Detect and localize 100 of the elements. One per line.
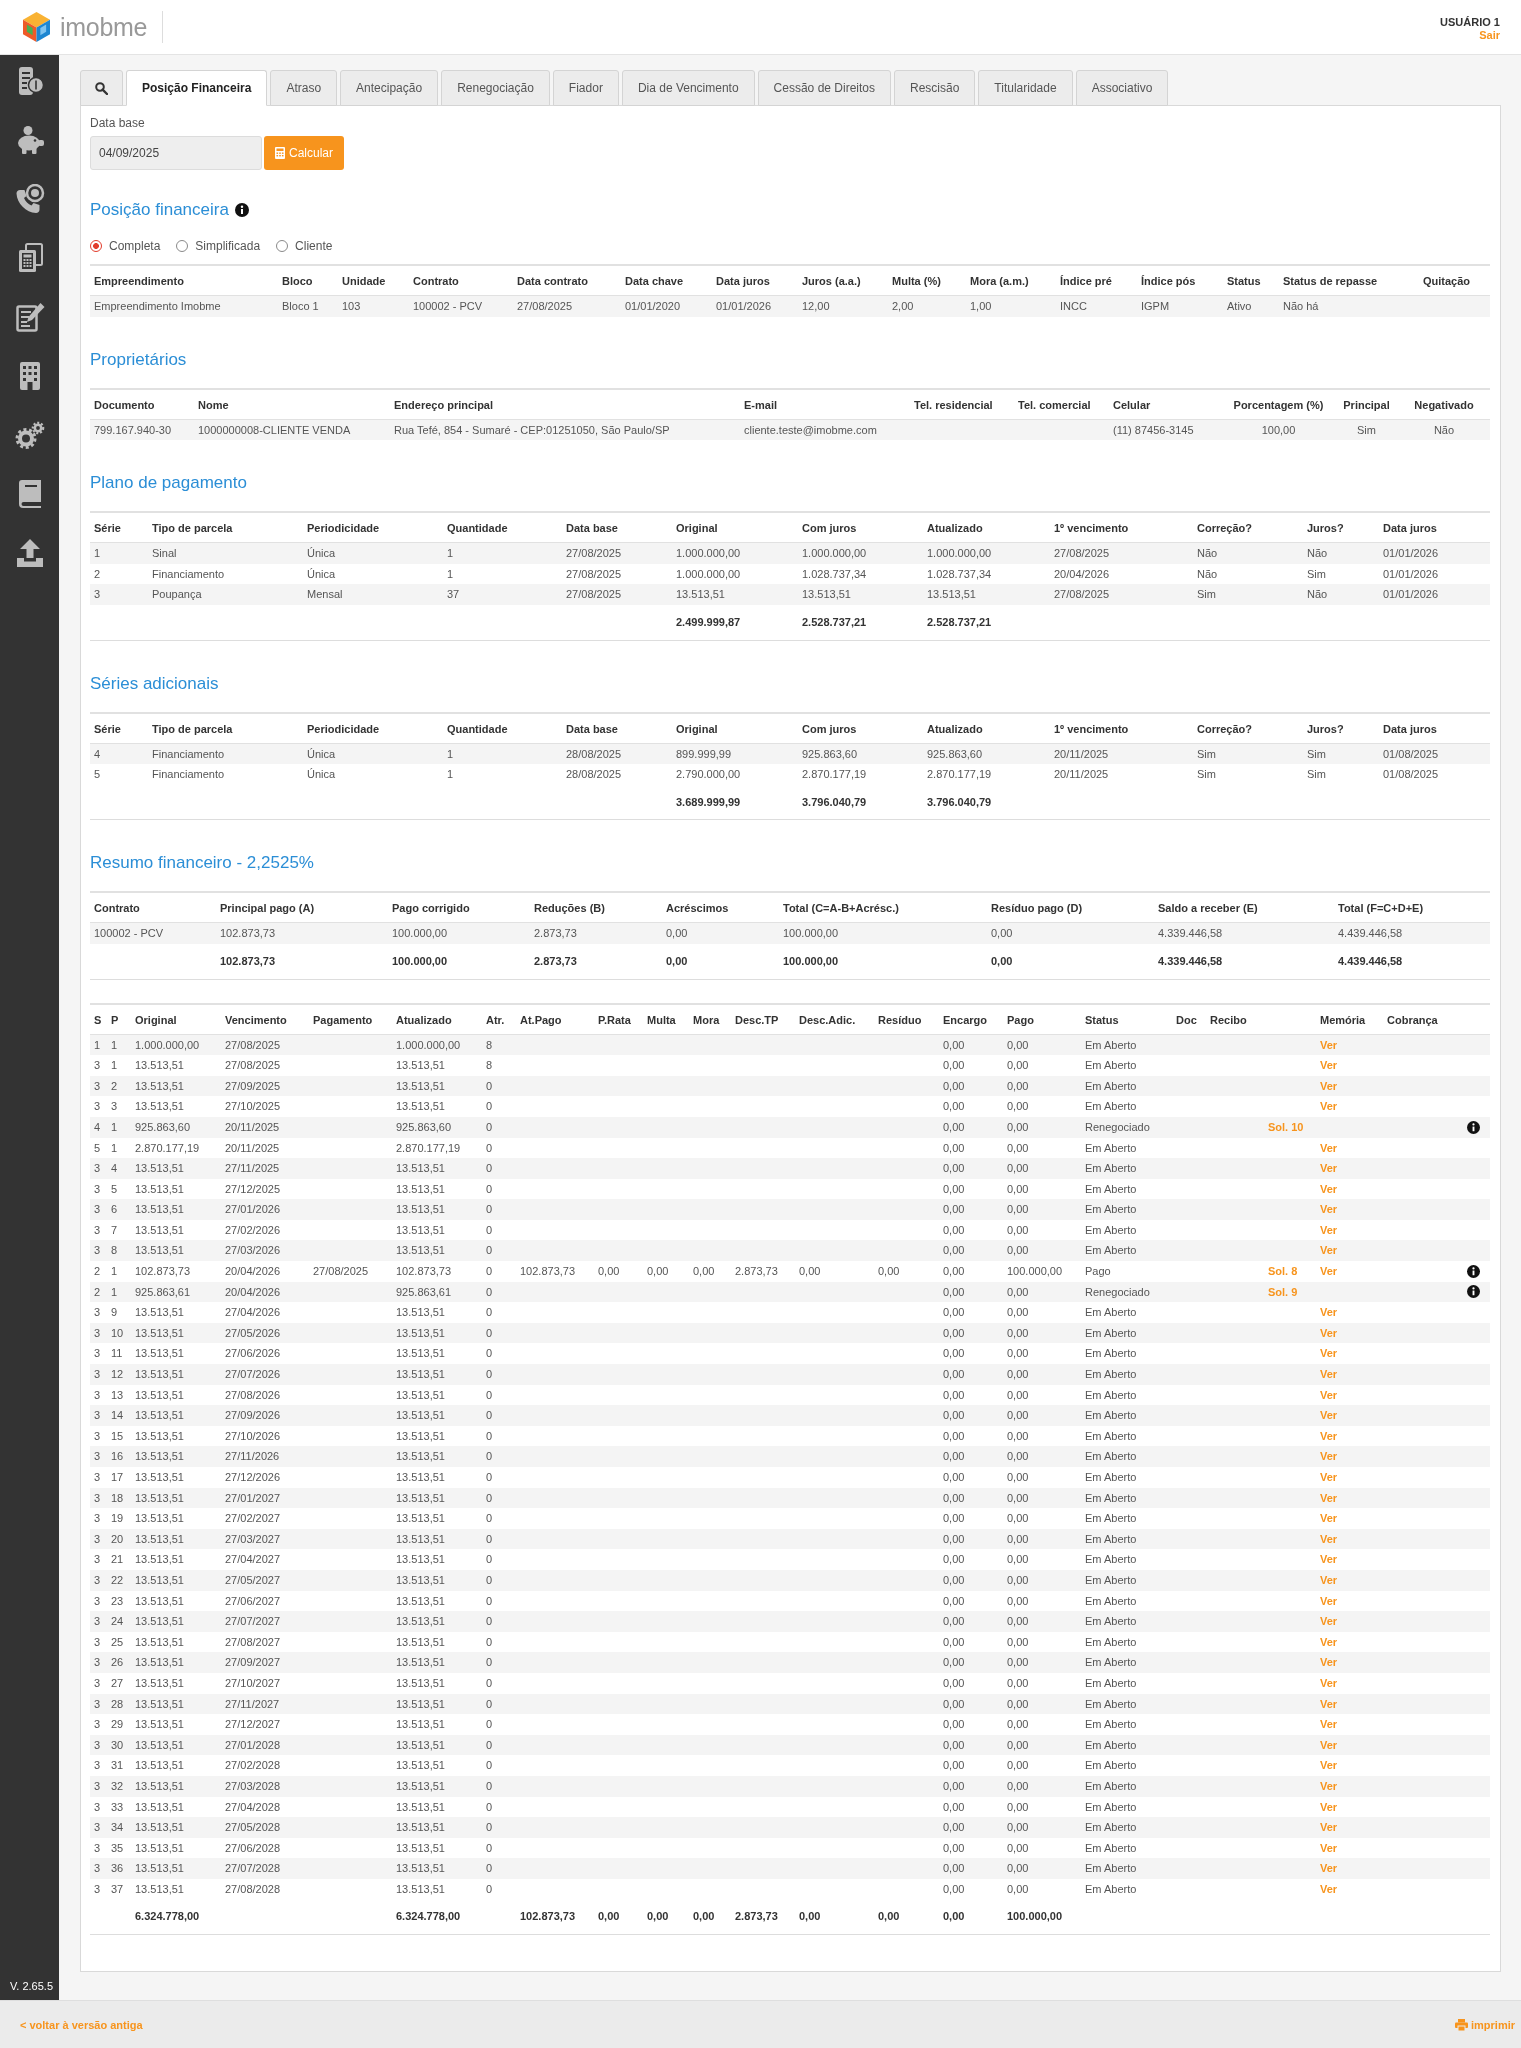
radio-button[interactable] [276, 240, 289, 252]
table-cell: 26 [107, 1652, 131, 1673]
view-link[interactable]: Ver [1320, 1882, 1338, 1895]
view-link[interactable]: Ver [1320, 1779, 1338, 1792]
view-link[interactable]: Ver [1320, 1841, 1338, 1854]
view-link[interactable]: Ver [1320, 1038, 1338, 1051]
view-link[interactable]: Ver [1320, 1759, 1338, 1772]
view-link[interactable]: Ver [1320, 1718, 1338, 1731]
view-link[interactable]: Ver [1320, 1244, 1338, 1257]
calculate-button[interactable]: Calcular [264, 136, 344, 170]
view-link[interactable]: Ver [1320, 1615, 1338, 1628]
table-cell: 0,00 [1003, 1137, 1081, 1159]
view-link[interactable]: Ver [1320, 1265, 1338, 1278]
view-link[interactable]: Ver [1320, 1512, 1338, 1525]
view-link[interactable]: Ver [1320, 1697, 1338, 1710]
table-cell: Poupança [148, 584, 303, 605]
table-cell: 0,00 [939, 1425, 1003, 1447]
table-cell: 0 [482, 1652, 516, 1673]
info-icon[interactable] [1467, 1285, 1480, 1299]
view-link[interactable]: Ver [1320, 1676, 1338, 1689]
view-link[interactable]: Ver [1320, 1635, 1338, 1648]
view-link[interactable]: Ver [1320, 1347, 1338, 1360]
request-link[interactable]: Sol. 9 [1268, 1285, 1298, 1298]
table-cell: 3 [90, 1569, 107, 1591]
tab[interactable]: Cessão de Direitos [757, 70, 891, 106]
table-cell: 13.513,51 [131, 1178, 221, 1200]
table-cell: Sim [1193, 743, 1303, 765]
view-link[interactable]: Ver [1320, 1326, 1338, 1339]
request-link[interactable]: Sol. 10 [1268, 1120, 1304, 1133]
view-link[interactable]: Ver [1320, 1594, 1338, 1607]
view-link[interactable]: Ver [1320, 1409, 1338, 1422]
request-link[interactable]: Sol. 8 [1268, 1265, 1298, 1278]
logout-link[interactable]: Sair [1479, 29, 1500, 42]
print-button[interactable]: imprimir [1455, 2018, 1515, 2031]
view-link[interactable]: Ver [1320, 1306, 1338, 1319]
table-cell: 0 [482, 1281, 516, 1303]
view-link[interactable]: Ver [1320, 1800, 1338, 1813]
table-cell: 0 [482, 1261, 516, 1282]
table-cell: 13.513,51 [392, 1096, 482, 1117]
view-link[interactable]: Ver [1320, 1450, 1338, 1463]
gears-icon[interactable] [14, 420, 45, 450]
view-link[interactable]: Ver [1320, 1182, 1338, 1195]
table-cell: Em Aberto [1081, 1219, 1172, 1241]
upload-icon[interactable] [14, 538, 45, 568]
phone-coin-icon[interactable] [14, 184, 45, 214]
back-link[interactable]: < voltar à versão antiga [20, 2018, 143, 2031]
view-link[interactable]: Ver [1320, 1223, 1338, 1236]
table-cell: 0,00 [1003, 1199, 1081, 1220]
view-link[interactable]: Ver [1320, 1368, 1338, 1381]
view-link[interactable]: Ver [1320, 1162, 1338, 1175]
view-link[interactable]: Ver [1320, 1388, 1338, 1401]
view-link[interactable]: Ver [1320, 1738, 1338, 1751]
table-cell: Bloco 1 [278, 295, 338, 317]
table-cell: 1 [107, 1261, 131, 1282]
view-link[interactable]: Ver [1320, 1491, 1338, 1504]
table-cell: 0,00 [1003, 1425, 1081, 1447]
tab[interactable]: Atraso [270, 70, 338, 106]
table-cell: 3 [90, 1714, 107, 1735]
table-cell: 0 [482, 1240, 516, 1262]
table-cell: 13.513,51 [392, 1817, 482, 1838]
radio-button[interactable] [176, 240, 189, 252]
tab[interactable]: Associativo [1075, 70, 1169, 106]
table-cell: 0 [482, 1569, 516, 1591]
view-link[interactable]: Ver [1320, 1532, 1338, 1545]
info-icon[interactable] [234, 202, 249, 217]
tab[interactable]: Titularidade [978, 70, 1073, 106]
table-cell: 12,00 [798, 295, 888, 317]
tab[interactable]: Rescisão [894, 70, 976, 106]
tab[interactable]: Posição Financeira [126, 70, 268, 106]
view-link[interactable]: Ver [1320, 1656, 1338, 1669]
table-cell: 2.790.000,00 [672, 764, 798, 785]
table-cell: 5 [90, 1137, 107, 1159]
view-link[interactable]: Ver [1320, 1862, 1338, 1875]
tab[interactable]: Dia de Vencimento [621, 70, 755, 106]
table-cell: 27/12/2026 [221, 1467, 309, 1488]
edit-document-icon[interactable] [14, 302, 45, 332]
view-link[interactable]: Ver [1320, 1141, 1338, 1154]
tab[interactable]: Fiador [552, 70, 619, 106]
table-cell: 27/02/2026 [221, 1219, 309, 1241]
table-cell: 0,00 [1003, 1487, 1081, 1509]
view-link[interactable]: Ver [1320, 1429, 1338, 1442]
table-cell: 0,00 [939, 1240, 1003, 1262]
radio-button[interactable] [90, 240, 102, 252]
view-link[interactable]: Ver [1320, 1471, 1338, 1483]
view-link[interactable]: Ver [1320, 1203, 1338, 1216]
tab[interactable]: Renegociação [441, 70, 550, 106]
view-link[interactable]: Ver [1320, 1573, 1338, 1586]
info-icon[interactable] [1467, 1120, 1480, 1134]
tab[interactable]: Antecipação [340, 70, 439, 106]
view-link[interactable]: Ver [1320, 1100, 1338, 1113]
table-cell: 1 [107, 1281, 131, 1303]
view-link[interactable]: Ver [1320, 1553, 1338, 1566]
info-icon[interactable] [1467, 1264, 1480, 1278]
search-tab[interactable] [80, 70, 123, 106]
table-cell: Financiamento [148, 764, 303, 785]
date-field[interactable]: 04/09/2025 [90, 136, 262, 170]
view-link[interactable]: Ver [1320, 1059, 1338, 1072]
view-link[interactable]: Ver [1320, 1079, 1338, 1092]
table-cell: 3 [90, 1322, 107, 1344]
view-link[interactable]: Ver [1320, 1821, 1338, 1834]
